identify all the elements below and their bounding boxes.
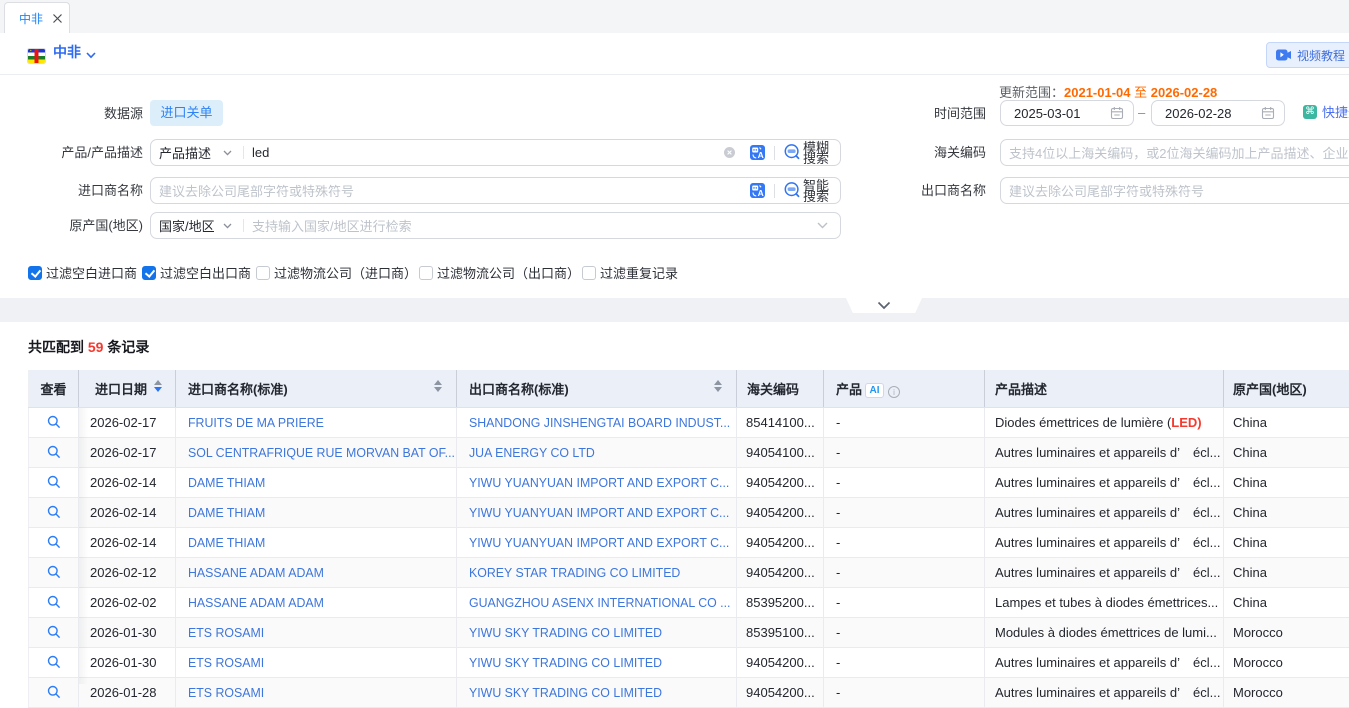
svg-text:A: A: [758, 150, 764, 160]
svg-text:A: A: [758, 188, 764, 198]
